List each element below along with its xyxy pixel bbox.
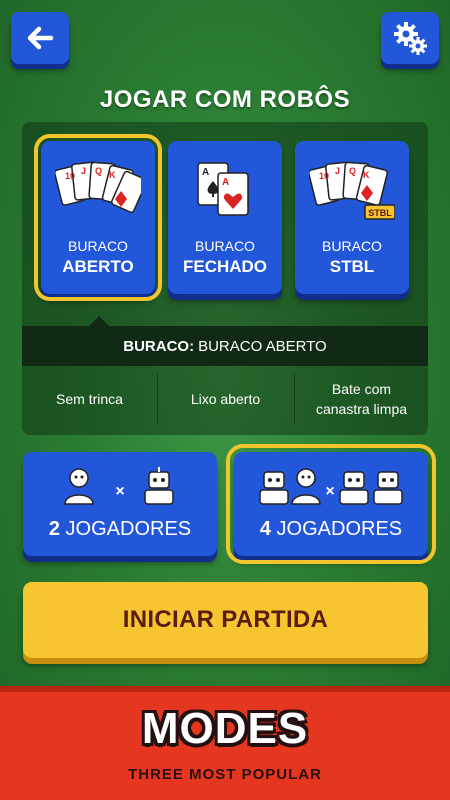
mode-sub-label: BURACO (195, 238, 255, 254)
svg-text:Q: Q (95, 166, 102, 176)
svg-text:J: J (81, 166, 86, 176)
mode-card-stbl[interactable]: 10 J Q K STBL BURACO STBL (295, 141, 409, 294)
rule-item: Bate com canastra limpa (315, 381, 408, 417)
two-players-button[interactable]: × 2 JOGADORES (23, 452, 217, 556)
svg-text:J: J (335, 166, 340, 176)
pair-of-aces-icon: A A (197, 162, 249, 216)
svg-text:10: 10 (65, 171, 75, 181)
gears-icon (394, 22, 427, 55)
rules-header-value: BURACO ABERTO (198, 337, 327, 355)
players-label: 2 JOGADORES (23, 518, 217, 541)
versus-sign: × (115, 483, 124, 500)
team-vs-robots-icon: × (259, 468, 403, 505)
promo-subtitle: THREE MOST POPULAR (128, 766, 322, 783)
svg-text:K: K (109, 170, 116, 180)
svg-text:A: A (202, 167, 209, 178)
mode-name-label: FECHADO (182, 257, 268, 276)
back-button[interactable] (11, 12, 69, 64)
human-vs-robot-icon: × (64, 467, 174, 505)
selection-pointer (89, 316, 109, 326)
rule-item: Lixo aberto (190, 391, 261, 407)
players-count: 2 (48, 518, 60, 540)
start-match-button[interactable]: INICIAR PARTIDA (23, 582, 428, 658)
rules-header: BURACO: BURACO ABERTO (22, 326, 428, 366)
promo-title: MODES (141, 704, 309, 753)
rules-header-label: BURACO: (123, 337, 195, 355)
mode-name-label: STBL (329, 257, 375, 276)
four-players-button[interactable]: × 4 JOGADORES (226, 444, 436, 564)
mode-card-fechado[interactable]: A A BURACO FECHADO (168, 141, 282, 294)
mode-sub-label: BURACO (68, 238, 128, 254)
fan-of-cards-icon: 10 J Q K (55, 161, 141, 213)
promo-banner: MODES THREE MOST POPULAR (0, 686, 450, 800)
fan-of-cards-stbl-icon: 10 J Q K STBL (309, 161, 395, 220)
svg-text:A: A (222, 177, 229, 188)
svg-text:10: 10 (319, 171, 329, 181)
rule-item: Sem trinca (56, 391, 123, 407)
mode-card-aberto[interactable]: 10 J Q K BURACO ABERTO (34, 134, 162, 301)
mode-sub-label: BURACO (322, 238, 382, 254)
svg-text:K: K (363, 170, 370, 180)
svg-text:Q: Q (349, 166, 356, 176)
players-count: 4 (259, 518, 271, 540)
players-text: JOGADORES (65, 518, 192, 540)
arrow-left-icon (27, 26, 54, 50)
page-title: JOGAR COM ROBÔS (99, 86, 351, 113)
players-label: 4 JOGADORES (234, 518, 428, 541)
versus-sign: × (325, 483, 334, 500)
mode-name-label: ABERTO (62, 257, 134, 276)
settings-button[interactable] (381, 12, 439, 64)
players-text: JOGADORES (276, 518, 403, 540)
stbl-badge: STBL (368, 208, 392, 218)
